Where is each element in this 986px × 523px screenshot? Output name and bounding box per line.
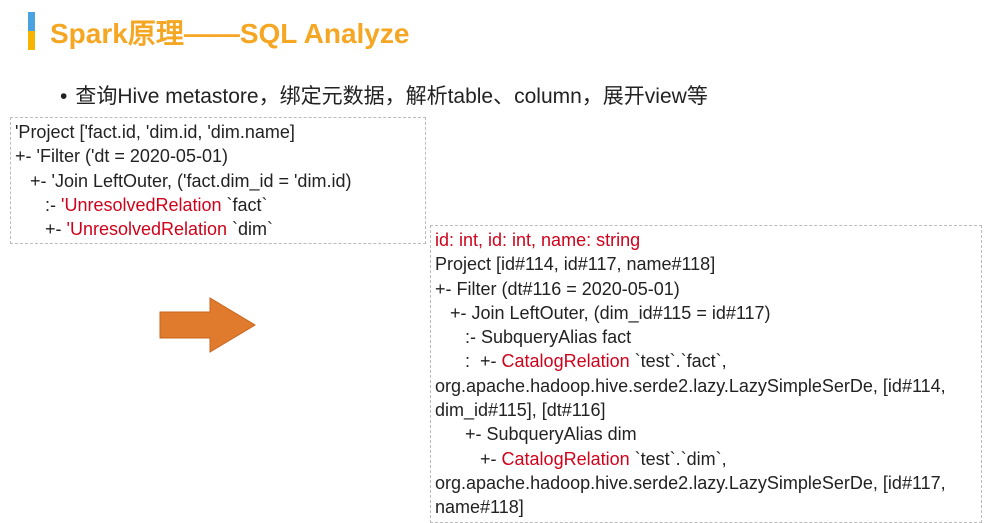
bullet-line: • 查询Hive metastore，绑定元数据，解析table、column，展…	[60, 80, 708, 110]
plan-line: +- Filter (dt#116 = 2020-05-01)	[435, 279, 680, 299]
page-title: Spark原理——SQL Analyze	[50, 12, 409, 52]
bullet-text: 查询Hive metastore，绑定元数据，解析table、column，展开…	[75, 85, 707, 108]
plan-catalog-token: CatalogRelation	[502, 351, 630, 371]
plan-line: +- Join LeftOuter, (dim_id#115 = id#117)	[435, 303, 771, 323]
arrow-icon	[155, 290, 265, 360]
plan-line: +- 'Filter ('dt = 2020-05-01)	[15, 146, 228, 166]
resolved-plan-box: id: int, id: int, name: string Project […	[430, 225, 982, 523]
plan-line: :- SubqueryAlias fact	[435, 327, 631, 347]
plan-line: +- SubqueryAlias dim	[435, 424, 637, 444]
plan-line-prefix: : +-	[435, 351, 502, 371]
plan-line-suffix: `fact`	[222, 195, 268, 215]
plan-unresolved-token: 'UnresolvedRelation	[67, 219, 228, 239]
unresolved-plan-box: 'Project ['fact.id, 'dim.id, 'dim.name] …	[10, 117, 426, 244]
plan-unresolved-token: 'UnresolvedRelation	[61, 195, 222, 215]
plan-catalog-token: CatalogRelation	[502, 449, 630, 469]
accent-bar	[28, 12, 35, 50]
plan-line-prefix: +-	[15, 219, 67, 239]
plan-line: +- 'Join LeftOuter, ('fact.dim_id = 'dim…	[15, 171, 351, 191]
plan-line-prefix: +-	[435, 449, 502, 469]
plan-line-suffix: `dim`	[227, 219, 273, 239]
plan-line: Project [id#114, id#117, name#118]	[435, 254, 715, 274]
bullet-dot-icon: •	[60, 85, 67, 108]
plan-schema: id: int, id: int, name: string	[435, 230, 640, 250]
plan-line: 'Project ['fact.id, 'dim.id, 'dim.name]	[15, 122, 295, 142]
plan-line-prefix: :-	[15, 195, 61, 215]
